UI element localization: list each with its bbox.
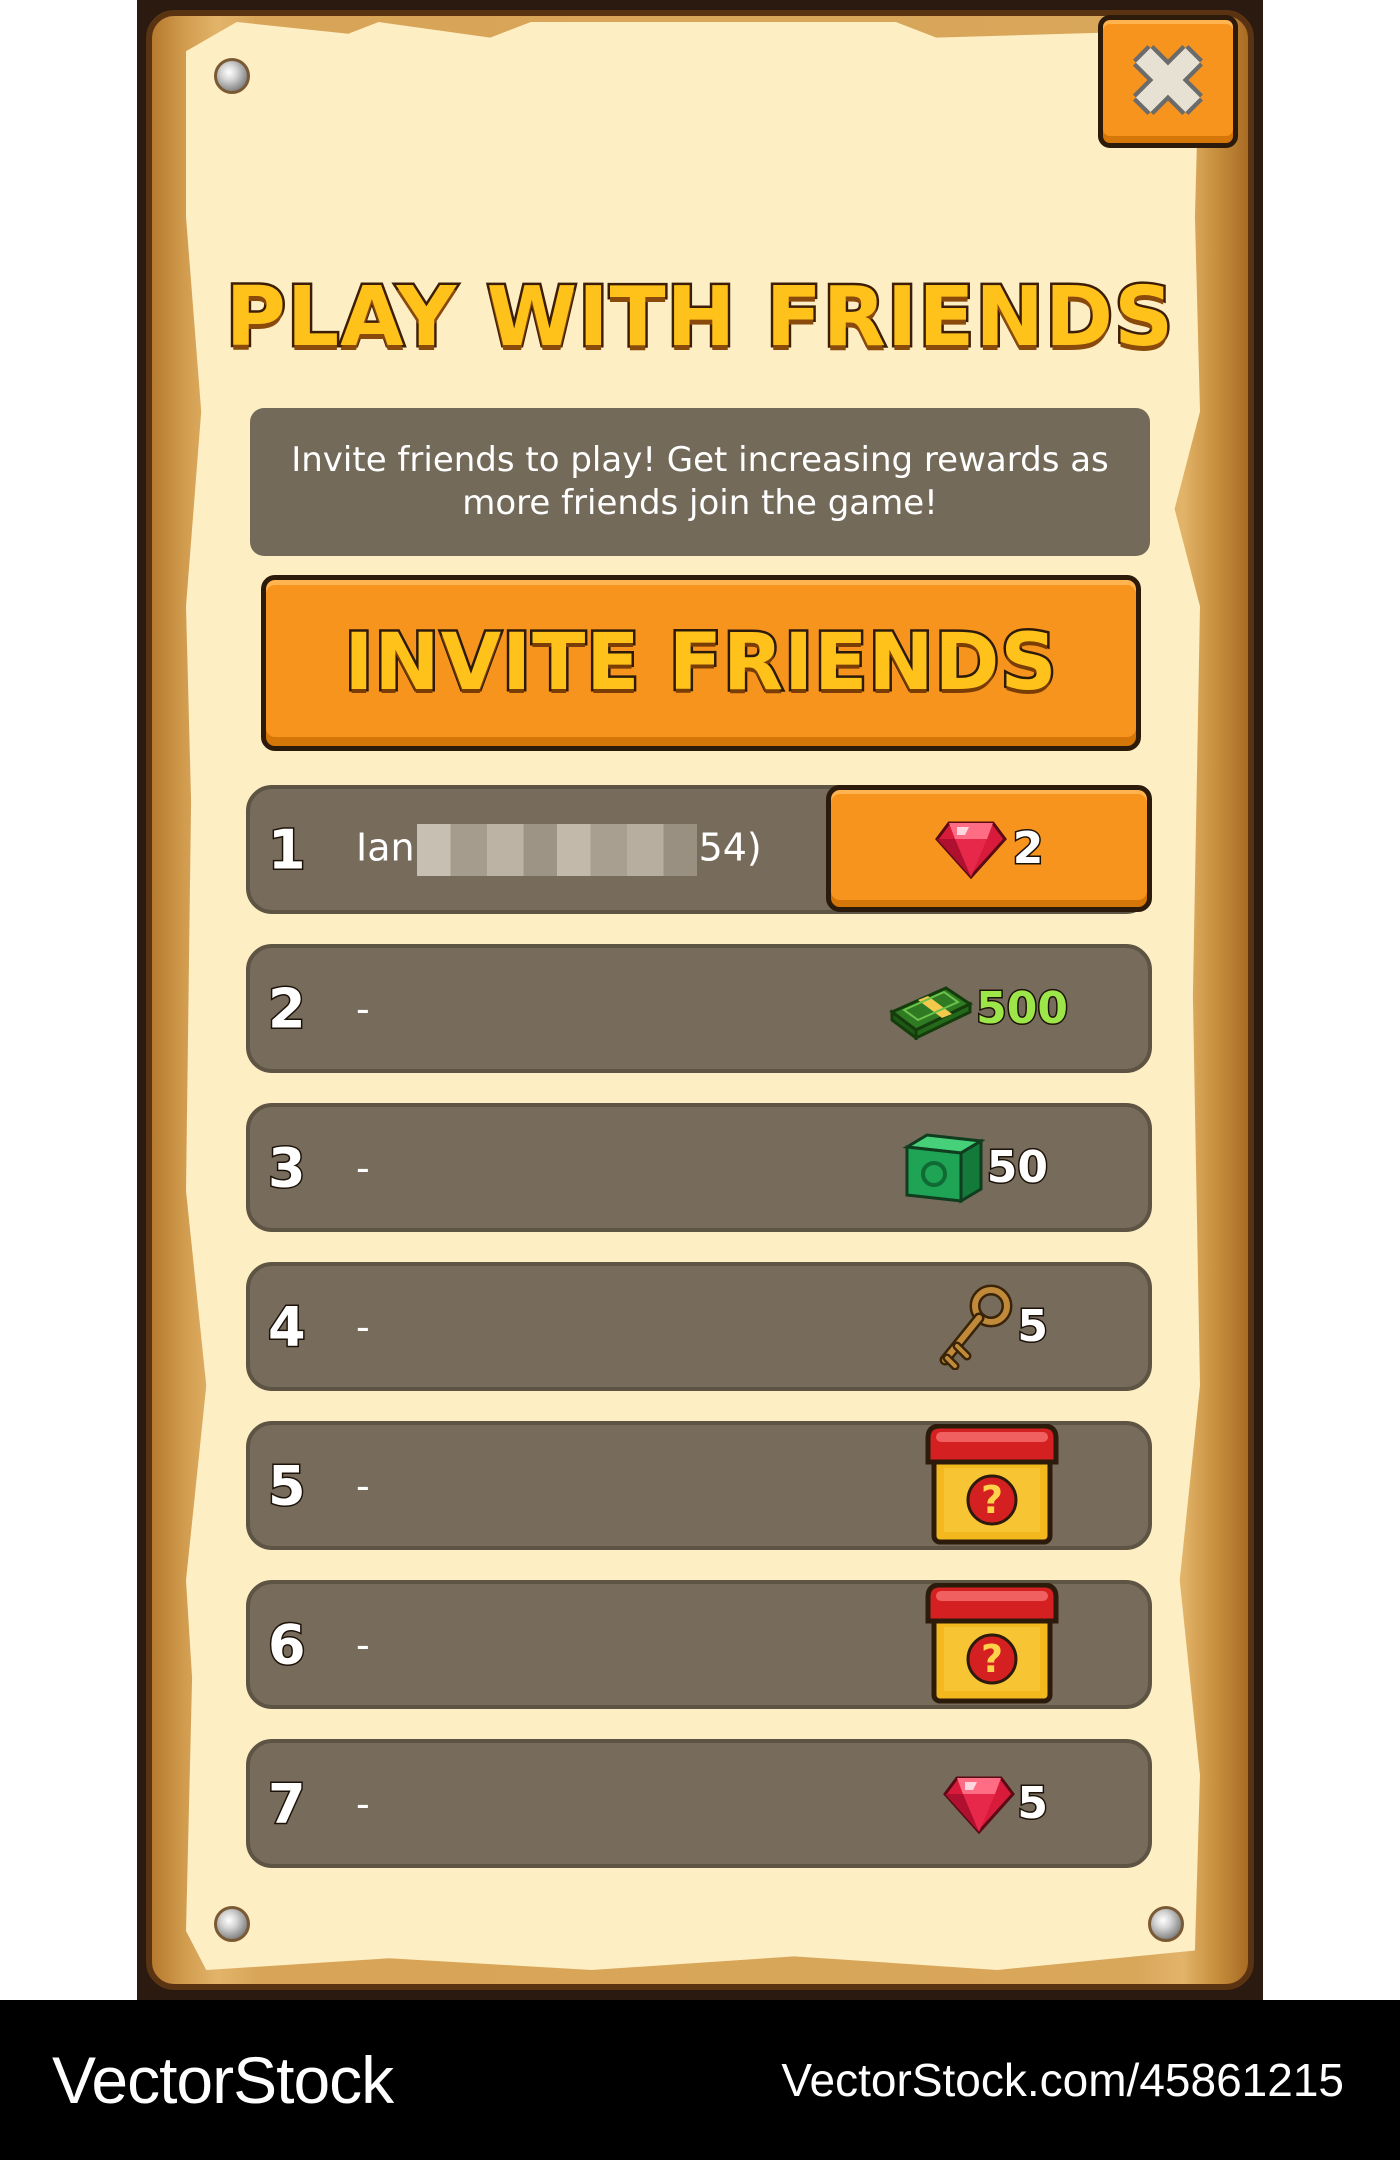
close-icon: ✖ [1127,25,1209,138]
reward: ? [924,1423,1060,1548]
friend-name: - [356,1622,370,1667]
cash-icon [889,985,974,1040]
dialog-title: PLAY WITH FRIENDS [223,268,1175,368]
claim-reward-button[interactable]: 2 [826,785,1152,912]
rivet-top-left-icon [214,58,250,94]
invite-friends-button[interactable]: INVITE FRIENDS [261,575,1141,751]
emerald-cube-icon [902,1132,985,1204]
friend-name: Ian 54) [356,823,762,876]
gem-icon [934,821,1007,879]
rank-number: 7 [267,1771,308,1837]
reward: 5 [943,1774,1050,1834]
reward-row-3: 3 - 50 [246,1103,1152,1232]
svg-text:?: ? [981,1478,1003,1522]
reward: ? [924,1582,1060,1707]
description-text: Invite friends to play! Get increasing r… [291,440,1109,523]
reward-amount: 5 [1016,1300,1050,1354]
reward-row-4: 4 - 5 [246,1262,1152,1391]
description-box: Invite friends to play! Get increasing r… [250,408,1150,556]
gem-icon [943,1776,1016,1834]
reward-amount: 2 [1011,822,1045,876]
friend-name: - [356,1781,370,1826]
rank-number: 4 [267,1294,308,1360]
rank-number: 2 [267,976,308,1042]
reward-row-5: 5 - ? [246,1421,1152,1550]
rivet-bottom-left-icon [214,1906,250,1942]
reward-amount: 500 [975,982,1070,1036]
reward-row-2: 2 - 500 [246,944,1152,1073]
mystery-chest-icon: ? [925,1582,1059,1703]
rank-number: 5 [267,1453,308,1519]
friend-name: - [356,1145,370,1190]
svg-text:?: ? [981,1637,1003,1681]
watermark-footer: VectorStock VectorStock.com/45861215 [0,2000,1400,2160]
rank-number: 1 [267,817,308,883]
friend-name: - [356,1304,370,1349]
rank-number: 3 [267,1135,308,1201]
reward: 50 [901,1131,1050,1205]
key-icon [939,1284,1013,1370]
rank-number: 6 [267,1612,308,1678]
footer-url: VectorStock.com/45861215 [781,2054,1344,2106]
redacted-name [416,823,697,876]
footer-brand: VectorStock [52,2043,394,2117]
rivet-bottom-right-icon [1148,1906,1184,1942]
reward-amount: 5 [1016,1777,1050,1831]
reward-row-7: 7 - 5 [246,1739,1152,1868]
mystery-chest-icon: ? [925,1423,1059,1544]
reward: 5 [935,1284,1050,1370]
reward-amount: 50 [985,1141,1049,1195]
friend-name: - [356,1463,370,1508]
reward: 500 [888,978,1070,1040]
reward-row-6: 6 - ? [246,1580,1152,1709]
close-button[interactable]: ✖ [1098,15,1238,148]
friend-name: - [356,986,370,1031]
invite-friends-label: INVITE FRIENDS [342,616,1059,711]
